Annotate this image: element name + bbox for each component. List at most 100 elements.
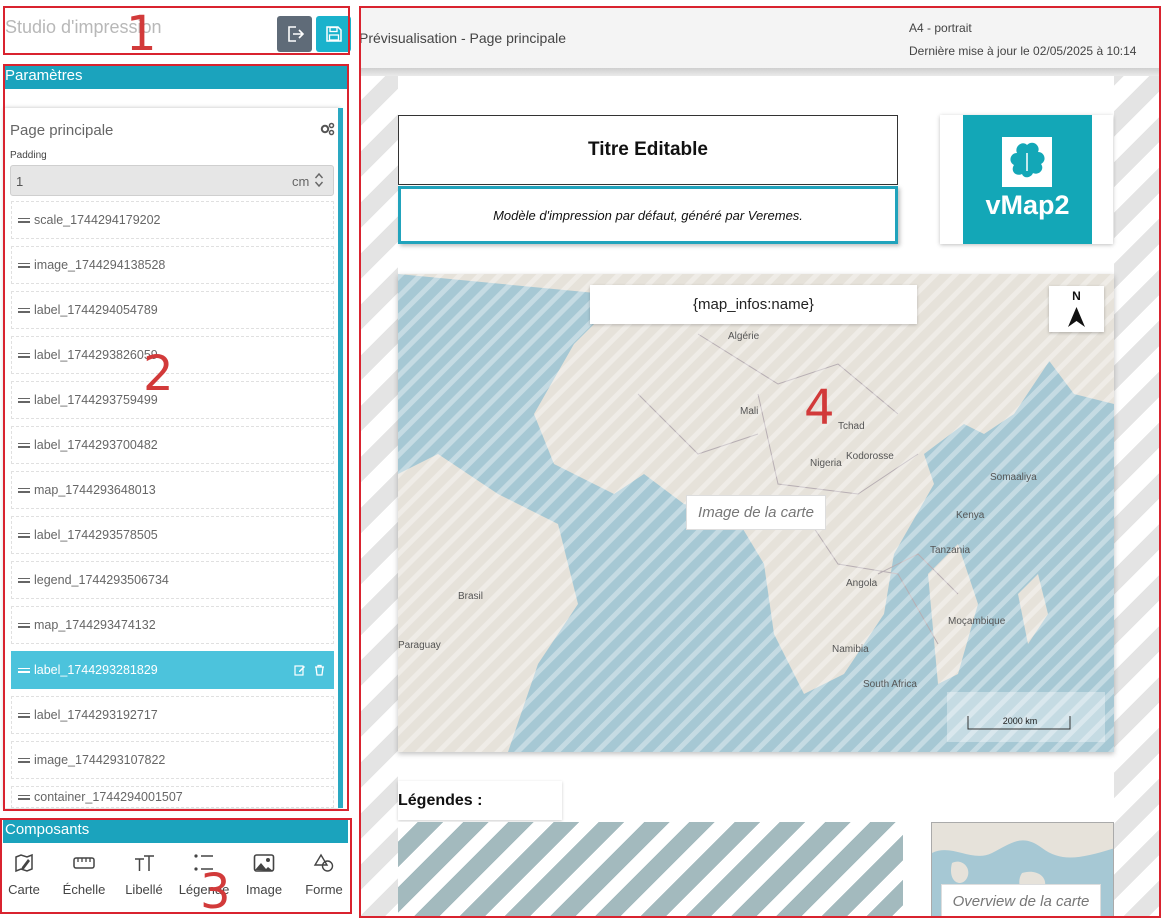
padding-label: Padding (10, 150, 47, 161)
delete-icon[interactable] (314, 664, 325, 676)
layer-item[interactable]: label_1744294054789 (11, 291, 334, 329)
drag-handle-icon[interactable] (18, 487, 30, 493)
map-place-label: Kenya (956, 510, 985, 521)
layer-item[interactable]: label_1744293192717 (11, 696, 334, 734)
layer-name: label_1744293281829 (34, 663, 158, 677)
overview-map-placeholder: Overview de la carte (941, 884, 1101, 918)
north-arrow-icon (1068, 307, 1085, 327)
map-place-label: Somaaliya (990, 472, 1037, 483)
shapes-icon (313, 853, 334, 872)
layer-item[interactable]: legend_1744293506734 (11, 561, 334, 599)
preview-title: Prévisualisation - Page principale (359, 30, 566, 46)
legend-title: Légendes : (398, 792, 483, 809)
drag-handle-icon[interactable] (18, 217, 30, 223)
component-label-label: Libellé (125, 882, 163, 897)
logo (963, 115, 1092, 244)
layer-name: map_1744293648013 (34, 483, 156, 497)
map-image-placeholder: Image de la carte (686, 495, 826, 530)
north-arrow-element[interactable]: N (1049, 286, 1104, 332)
map-place-label: Paraguay (398, 640, 441, 651)
legend-element[interactable] (398, 822, 903, 918)
page-subtitle-element[interactable]: Modèle d'impression par défaut, généré p… (398, 186, 898, 244)
parameters-section-header: Paramètres (3, 64, 348, 89)
component-scale-label: Échelle (62, 882, 106, 897)
drag-handle-icon[interactable] (18, 757, 30, 763)
layer-name: label_1744294054789 (34, 303, 158, 317)
logo-text: vMap2 (985, 190, 1070, 220)
last-updated: Dernière mise à jour le 02/05/2025 à 10:… (909, 44, 1137, 58)
map-edit-icon (15, 853, 33, 873)
drag-handle-icon[interactable] (18, 532, 30, 538)
drag-handle-icon[interactable] (18, 577, 30, 583)
layer-item[interactable]: label_1744293281829 (11, 651, 334, 689)
drag-handle-icon[interactable] (18, 712, 30, 718)
layer-name: image_1744293107822 (34, 753, 166, 767)
drag-handle-icon[interactable] (18, 352, 30, 358)
layer-name: label_1744293759499 (34, 393, 158, 407)
studio-title: Studio d'impression (5, 17, 162, 37)
component-legend-label: Légende (178, 882, 230, 897)
edit-icon[interactable] (294, 664, 306, 676)
layer-item[interactable]: label_1744293578505 (11, 516, 334, 554)
save-button[interactable] (316, 16, 351, 52)
image-icon (253, 854, 275, 872)
drag-handle-icon[interactable] (18, 442, 30, 448)
exit-icon (287, 26, 304, 42)
layer-name: map_1744293474132 (34, 618, 156, 632)
component-shape-button[interactable]: Forme (294, 850, 354, 897)
layer-item[interactable]: label_1744293700482 (11, 426, 334, 464)
list-icon (194, 854, 213, 871)
layer-item[interactable]: scale_1744294179202 (11, 201, 334, 239)
layers-scrollbar[interactable] (338, 108, 343, 808)
map-place-label: Kodorosse (846, 451, 894, 462)
settings-icon[interactable] (320, 122, 335, 136)
page-format: A4 - portrait (909, 21, 972, 35)
drag-handle-icon[interactable] (18, 794, 30, 800)
vine-leaf-icon (1002, 137, 1052, 187)
layer-name: label_1744293700482 (34, 438, 158, 452)
map-place-label: Moçambique (948, 616, 1006, 627)
layer-item[interactable]: label_1744293759499 (11, 381, 334, 419)
map-place-label: Angola (846, 578, 878, 589)
north-label: N (1072, 289, 1081, 303)
component-scale-button[interactable]: Échelle (54, 850, 114, 897)
layer-name: container_1744294001507 (34, 790, 183, 804)
component-legend-button[interactable]: Légende (174, 850, 234, 897)
layer-item[interactable]: image_1744293107822 (11, 741, 334, 779)
padding-value: 1 (16, 174, 24, 189)
component-image-button[interactable]: Image (234, 850, 294, 897)
layer-item[interactable]: map_1744293474132 (11, 606, 334, 644)
component-map-button[interactable]: Carte (0, 850, 54, 897)
preview-divider (360, 68, 1159, 76)
ruler-icon (73, 857, 95, 869)
drag-handle-icon[interactable] (18, 307, 30, 313)
layer-name: image_1744294138528 (34, 258, 166, 272)
exit-button[interactable] (277, 16, 312, 52)
layer-name: label_1744293578505 (34, 528, 158, 542)
map-place-label: Mali (740, 406, 758, 417)
padding-input[interactable] (10, 165, 334, 196)
page-card-title: Page principale (10, 122, 114, 139)
drag-handle-icon[interactable] (18, 397, 30, 403)
map-place-label: Namibia (832, 644, 869, 655)
layer-name: scale_1744294179202 (34, 213, 161, 227)
layer-item[interactable]: container_1744294001507 (11, 786, 334, 808)
layer-name: label_1744293192717 (34, 708, 158, 722)
drag-handle-icon[interactable] (18, 667, 30, 673)
layer-item[interactable]: image_1744294138528 (11, 246, 334, 284)
map-name-element[interactable]: {map_infos:name} (590, 285, 917, 324)
map-place-label: Nigeria (810, 458, 842, 469)
drag-handle-icon[interactable] (18, 622, 30, 628)
layer-name: label_1744293826059 (34, 348, 158, 362)
component-label-button[interactable]: Libellé (114, 850, 174, 897)
map-place-label: South Africa (863, 679, 917, 690)
drag-handle-icon[interactable] (18, 262, 30, 268)
component-image-label: Image (245, 882, 283, 897)
page-title-element[interactable]: Titre Editable (398, 115, 898, 185)
layer-item[interactable]: label_1744293826059 (11, 336, 334, 374)
text-icon (135, 855, 154, 871)
layer-name: legend_1744293506734 (34, 573, 169, 587)
padding-stepper-icon[interactable] (314, 171, 324, 189)
layer-item[interactable]: map_1744293648013 (11, 471, 334, 509)
component-shape-label: Forme (305, 882, 343, 897)
